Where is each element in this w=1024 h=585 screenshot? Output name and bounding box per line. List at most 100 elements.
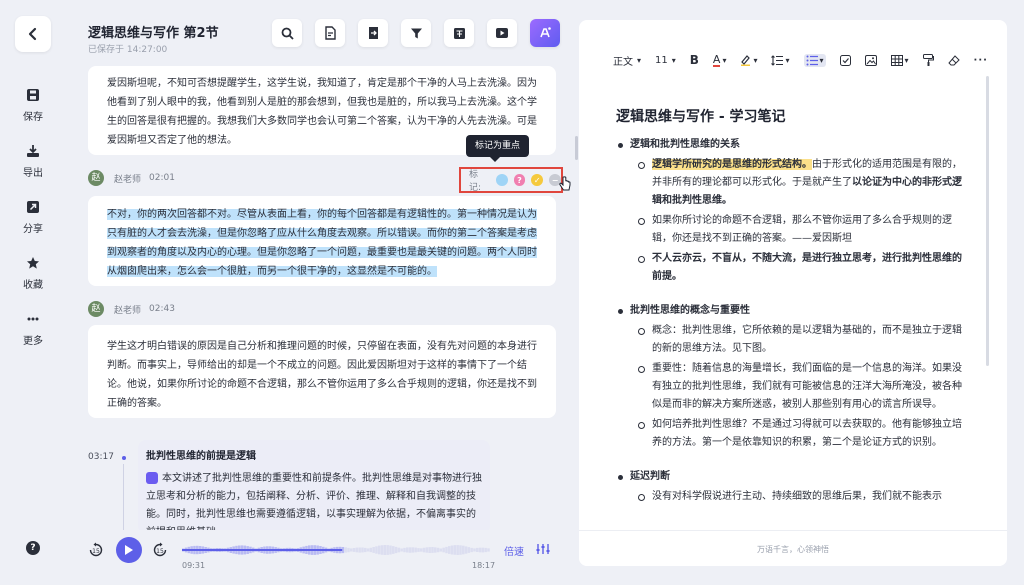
svg-text:15: 15 xyxy=(156,548,164,555)
waveform-bar xyxy=(366,548,370,552)
highlight-button[interactable]: ▾ xyxy=(740,54,757,66)
rail-share[interactable]: 分享 xyxy=(0,200,66,235)
section-heading: 逻辑和批判性思维的关系 xyxy=(616,136,962,154)
document-body[interactable]: 逻辑思维与写作 - 学习笔记 逻辑和批判性思维的关系 逻辑学所研究的是思维的形式… xyxy=(616,108,962,508)
format-painter-button[interactable] xyxy=(922,54,934,66)
chevron-down-icon: ▾ xyxy=(785,55,790,65)
chevron-down-icon: ▾ xyxy=(722,55,727,65)
rail-save-label: 保存 xyxy=(23,112,43,123)
waveform-bar xyxy=(364,547,367,553)
speaker-time[interactable]: 02:01 xyxy=(149,173,175,183)
search-button[interactable] xyxy=(272,19,302,47)
rail-export-label: 导出 xyxy=(23,168,43,179)
editor-toolbar: 正文 ▾ 11 ▾ B A ▾ ▾ ▾ ▾ ▾ ··· xyxy=(613,52,1002,68)
chapter-summary-text: 本文讲述了批判性思维的重要性和前提条件。批判性思维是对事物进行独立思考和分析的能… xyxy=(146,473,482,534)
transcript-card-active[interactable]: 不对，你的两次回答都不对。尽管从表面上看，你的每个回答都是有逻辑性的。第一种情况… xyxy=(88,196,556,286)
mark-tooltip: 标记为重点 xyxy=(466,135,530,162)
eraser-button[interactable] xyxy=(947,54,960,66)
paragraph-style-select[interactable]: 正文 ▾ xyxy=(613,53,641,68)
speaker-name: 赵老师 xyxy=(114,174,142,185)
bold-icon[interactable]: B xyxy=(690,53,699,67)
chevron-down-icon: ▾ xyxy=(637,55,642,65)
more-icon xyxy=(27,317,39,321)
waveform-bar xyxy=(358,547,361,553)
chapter-dot xyxy=(122,456,126,460)
avatar: 赵 xyxy=(88,170,104,186)
edit-document-button[interactable] xyxy=(315,19,345,47)
more-options-icon[interactable]: ··· xyxy=(974,55,988,66)
speed-button[interactable]: 倍速 xyxy=(504,543,524,558)
chevron-down-icon: ▾ xyxy=(819,55,824,65)
list-item: 逻辑学所研究的是思维的形式结构。由于形式化的适用范围是有限的，并非所有的理论都可… xyxy=(616,156,962,210)
filter-icon xyxy=(410,28,422,38)
mark-label: 标记: xyxy=(469,170,482,193)
waveform-bar xyxy=(462,545,465,555)
chevron-down-icon: ▾ xyxy=(904,55,909,65)
waveform-bar xyxy=(392,546,395,554)
ai-assistant-button[interactable] xyxy=(530,19,560,47)
svg-text:15: 15 xyxy=(92,548,100,555)
waveform-bar xyxy=(369,547,373,553)
play-button[interactable] xyxy=(116,537,142,563)
document-title: 逻辑思维与写作 - 学习笔记 xyxy=(616,109,786,125)
rewind-icon[interactable]: 15 xyxy=(88,542,104,558)
bullet-list-button[interactable]: ▾ xyxy=(803,53,826,67)
speaker-name: 赵老师 xyxy=(114,305,142,316)
waveform-bar xyxy=(344,547,347,553)
rail-export[interactable]: 导出 xyxy=(0,144,66,179)
checkbox-button[interactable] xyxy=(839,54,851,66)
translate-button[interactable] xyxy=(444,19,474,47)
list-item: 没有对科学假说进行主动、持续细致的思维后果，我们就不能表示 xyxy=(616,488,962,506)
list-item: 不人云亦云，不盲从，不随大流，是进行独立思考，进行批判性思维的前提。 xyxy=(616,250,962,286)
video-play-icon xyxy=(496,28,508,38)
chevron-left-icon xyxy=(28,27,37,41)
waveform-bar xyxy=(380,545,384,555)
rail-favorite[interactable]: 收藏 xyxy=(0,256,66,291)
chapter-summary[interactable]: 批判性思维的前提是逻辑 本文讲述了批判性思维的重要性和前提条件。批判性思维是对事… xyxy=(138,440,490,534)
table-button[interactable]: ▾ xyxy=(890,54,909,66)
rail-save[interactable]: 保存 xyxy=(0,88,66,123)
current-time: 09:31 xyxy=(182,561,206,570)
filter-button[interactable] xyxy=(401,19,431,47)
chapter-time[interactable]: 03:17 xyxy=(88,452,114,462)
mark-question-icon[interactable]: ? xyxy=(513,174,526,186)
back-button[interactable] xyxy=(15,16,51,52)
help-icon[interactable]: ? xyxy=(26,541,40,555)
waveform-bar xyxy=(394,546,398,554)
line-spacing-icon xyxy=(771,54,784,66)
transcript-scrollbar[interactable] xyxy=(575,136,578,160)
equalizer-icon[interactable] xyxy=(536,543,550,555)
font-size-select[interactable]: 11 ▾ xyxy=(655,55,676,66)
waveform-bar xyxy=(481,547,485,553)
star-icon xyxy=(27,257,39,269)
mark-todo-icon[interactable]: ✓ xyxy=(531,174,544,186)
waveform-bar xyxy=(478,547,482,553)
list-item: 如果你所讨论的命题不合逻辑，那么不管你运用了多么合乎规则的逻辑，你还是找不到正确… xyxy=(616,212,962,248)
editor-scrollbar[interactable] xyxy=(986,76,989,366)
transcript-card[interactable]: 学生这才明白错误的原因是自己分析和推理问题的时候，只停留在表面，没有先对问题的本… xyxy=(88,325,556,418)
play-icon xyxy=(125,545,133,555)
forward-icon[interactable]: 15 xyxy=(152,542,168,558)
font-color-button[interactable]: A ▾ xyxy=(712,54,727,67)
image-button[interactable] xyxy=(864,54,877,66)
rail-more[interactable]: 更多 xyxy=(0,312,66,347)
waveform-progress[interactable] xyxy=(182,542,490,558)
chevron-down-icon: ▾ xyxy=(753,55,758,65)
highlighted-transcript-text: 不对，你的两次回答都不对。尽管从表面上看，你的每个回答都是有逻辑性的。第一种情况… xyxy=(107,209,537,277)
audio-player: 15 15 09:31 18:17 倍速 xyxy=(66,530,572,585)
list-item: 概念：批判性思维，它所依赖的是以逻辑为基础的，而不是独立于逻辑的新的思维方法。见… xyxy=(616,322,962,358)
waveform-bar xyxy=(361,547,364,553)
waveform-bar xyxy=(434,547,437,553)
line-spacing-button[interactable]: ▾ xyxy=(771,54,790,66)
waveform-bar xyxy=(467,547,471,553)
page-title: 逻辑思维与写作 第2节 xyxy=(88,26,219,41)
search-icon xyxy=(281,27,294,40)
import-button[interactable] xyxy=(358,19,388,47)
mark-important-icon[interactable] xyxy=(495,174,508,186)
waveform-bar xyxy=(350,548,353,552)
waveform-bar xyxy=(425,547,429,553)
export-icon xyxy=(27,145,39,157)
video-button[interactable] xyxy=(487,19,517,47)
speaker-time[interactable]: 02:43 xyxy=(149,304,175,314)
avatar: 赵 xyxy=(88,301,104,317)
